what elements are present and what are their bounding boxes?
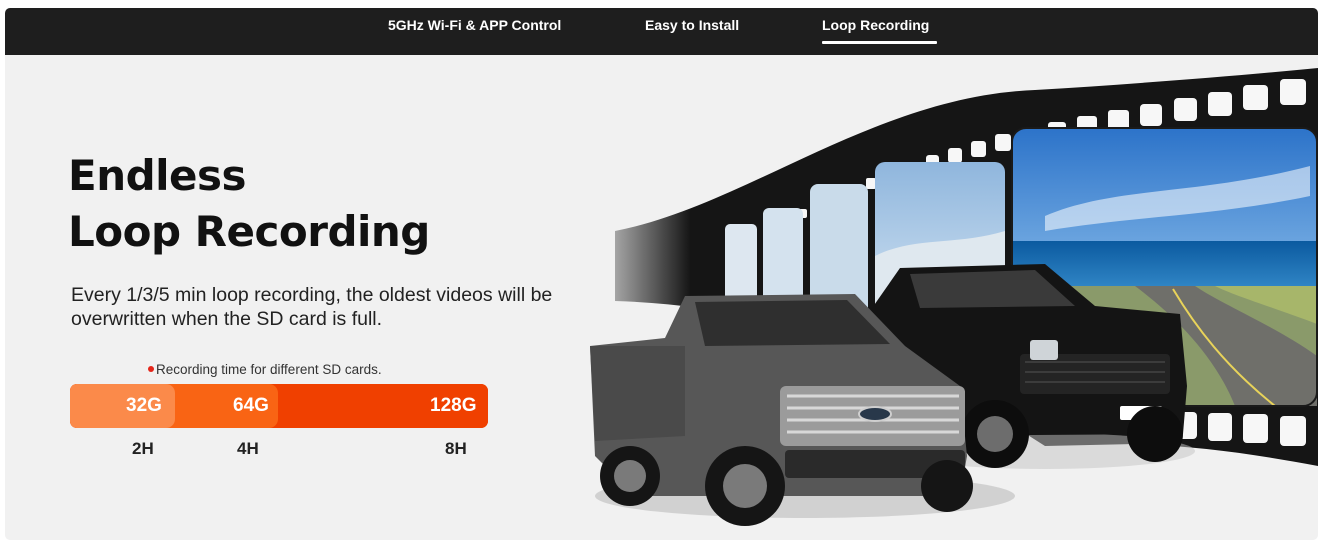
- sd-card-note-text: Recording time for different SD cards.: [156, 362, 382, 377]
- tab-loop-recording[interactable]: Loop Recording: [822, 17, 929, 33]
- hero-title-line-2: Loop Recording: [68, 207, 430, 256]
- sd-card-note: Recording time for different SD cards.: [148, 362, 382, 377]
- hero-title-line-1: Endless: [68, 151, 247, 200]
- record-time-32g: 2H: [132, 439, 154, 458]
- record-time-64g: 4H: [237, 439, 259, 458]
- loop-recording-panel: 5GHz Wi-Fi & APP Control Easy to Install…: [5, 8, 1318, 540]
- hero-description: Every 1/3/5 min loop recording, the olde…: [71, 284, 553, 330]
- capacity-label-64g: 64G: [233, 395, 269, 416]
- hero-title: Endless Loop Recording: [68, 148, 430, 260]
- capacity-label-32g: 32G: [126, 395, 162, 416]
- capacity-label-128g: 128G: [430, 395, 477, 416]
- tab-wifi-app-control[interactable]: 5GHz Wi-Fi & APP Control: [388, 17, 561, 33]
- trucks-film-strip-illustration: [575, 68, 1318, 526]
- feature-nav: 5GHz Wi-Fi & APP Control Easy to Install…: [5, 8, 1318, 55]
- tab-easy-to-install[interactable]: Easy to Install: [645, 17, 739, 33]
- active-tab-indicator: [822, 41, 937, 44]
- sd-capacity-bar: 32G 64G 128G: [70, 384, 488, 428]
- record-time-128g: 8H: [445, 439, 467, 458]
- red-dot-icon: [148, 366, 154, 372]
